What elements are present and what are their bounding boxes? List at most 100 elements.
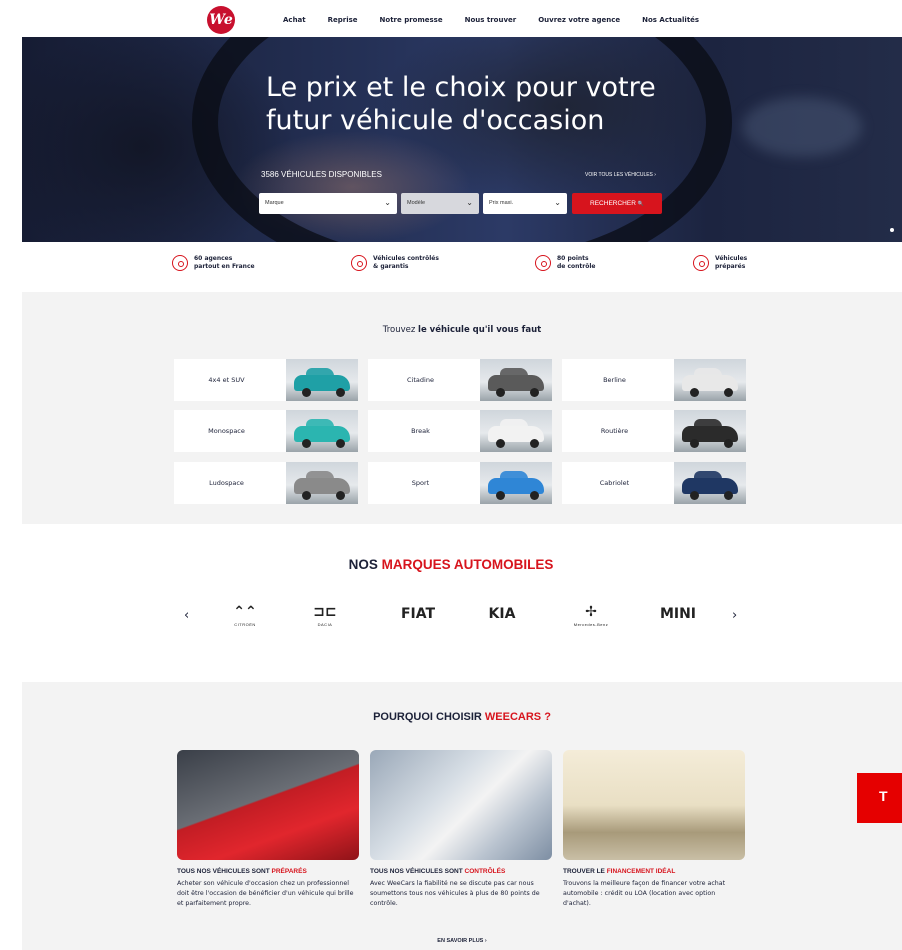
feature-agencies: 60 agences partout en France — [172, 255, 255, 271]
gauge-icon — [535, 255, 551, 271]
why-weecars-section: POURQUOI CHOISIR WEECARS ? TOUS NOS VÉHI… — [22, 682, 902, 950]
category-label: 4x4 et SUV — [208, 376, 245, 384]
nav-nous-trouver[interactable]: Nous trouver — [465, 16, 517, 24]
category-card[interactable]: Routière — [562, 410, 746, 452]
category-card[interactable]: Break — [368, 410, 552, 452]
category-label: Sport — [411, 479, 430, 487]
category-card[interactable]: Ludospace — [174, 462, 358, 504]
car-wheel — [302, 491, 311, 500]
brand-name: Mercedes-Benz — [573, 621, 609, 627]
why-card-heading: TOUS NOS VÉHICULES SONT PRÉPARÉS — [177, 868, 359, 875]
side-tab-label: T — [879, 788, 888, 804]
hero-banner: Le prix et le choix pour votre futur véh… — [22, 37, 902, 242]
why-card-text: Trouvons la meilleure façon de financer … — [563, 880, 726, 907]
nav-notre-promesse[interactable]: Notre promesse — [380, 16, 443, 24]
why-card-text: Avec WeeCars la fiabilité ne se discute … — [370, 880, 540, 907]
category-card[interactable]: Monospace — [174, 410, 358, 452]
nav-actualites[interactable]: Nos Actualités — [642, 16, 699, 24]
brand-logo[interactable]: ⌃⌃ CITROËN — [220, 598, 270, 632]
check-circle-icon — [351, 255, 367, 271]
why-card-heading: TROUVER LE FINANCEMENT IDÉAL — [563, 868, 745, 875]
brand-logo[interactable]: ✢ Mercedes-Benz — [566, 598, 616, 632]
brands-next-button[interactable]: › — [732, 608, 737, 623]
vehicle-count: 3586 VÉHICULES DISPONIBLES — [261, 170, 382, 179]
category-card[interactable]: 4x4 et SUV — [174, 359, 358, 401]
why-card-text: Acheter son véhicule d'occasion chez un … — [177, 880, 354, 907]
nav-ouvrez-agence[interactable]: Ouvrez votre agence — [538, 16, 620, 24]
brand-mark: KIA — [488, 606, 516, 622]
brand-logo[interactable]: ⊐⊏ DACIA — [300, 598, 350, 632]
car-wheel — [496, 491, 505, 500]
car-wheel — [336, 491, 345, 500]
category-car-image — [286, 462, 358, 504]
brands-title-plain: NOS — [348, 557, 382, 572]
car-wheel — [690, 491, 699, 500]
brand-mark: ⊐⊏ — [313, 603, 337, 620]
why-head-plain: TROUVER LE — [563, 868, 607, 875]
categories-title: Trouvez le véhicule qu'il vous faut — [22, 325, 902, 335]
brand-logo[interactable]: KIA — [477, 598, 527, 632]
brand-name: DACIA — [317, 621, 333, 627]
feature-controlled: Véhicules contrôlés & garantis — [351, 255, 439, 271]
brand-select[interactable]: Marque ⌄ — [259, 193, 397, 214]
why-card-heading: TOUS NOS VÉHICULES SONT CONTRÔLÉS — [370, 868, 552, 875]
why-card-controlled: TOUS NOS VÉHICULES SONT CONTRÔLÉS Avec W… — [370, 750, 552, 909]
why-card-prepared: TOUS NOS VÉHICULES SONT PRÉPARÉS Acheter… — [177, 750, 359, 909]
car-wheel — [496, 388, 505, 397]
brands-prev-button[interactable]: ‹ — [184, 608, 189, 623]
category-car-image — [480, 410, 552, 452]
car-wheel — [724, 388, 733, 397]
brand-logo[interactable]: FIAT — [393, 598, 443, 632]
category-label: Routière — [600, 427, 629, 435]
why-head-plain: TOUS NOS VÉHICULES SONT — [177, 868, 272, 875]
category-label: Ludospace — [209, 479, 244, 487]
category-car-image — [286, 359, 358, 401]
max-price-select[interactable]: Prix maxi. ⌄ — [483, 193, 567, 214]
side-tab[interactable]: T — [857, 773, 902, 823]
search-button-label: RECHERCHER — [590, 200, 636, 207]
category-card[interactable]: Sport — [368, 462, 552, 504]
car-wheel — [302, 439, 311, 448]
nav-achat[interactable]: Achat — [283, 16, 306, 24]
category-car-image — [480, 462, 552, 504]
category-label: Citadine — [407, 376, 434, 384]
model-select-value: Modèle — [407, 200, 426, 206]
carousel-dot[interactable] — [890, 228, 894, 232]
coins-plant-image — [563, 750, 745, 860]
features-strip: 60 agences partout en France Véhicules c… — [0, 255, 902, 285]
search-icon: 🔍 — [637, 201, 644, 207]
see-all-vehicles-link[interactable]: VOIR TOUS LES VÉHICULES › — [585, 172, 656, 178]
search-button[interactable]: RECHERCHER 🔍 — [572, 193, 662, 214]
why-title-plain: POURQUOI CHOISIR — [373, 711, 485, 723]
why-title-red: WEECARS ? — [484, 711, 551, 723]
feature-text: Véhicules préparés — [715, 255, 748, 270]
weecars-logo[interactable]: We — [207, 6, 235, 34]
car-wheel — [336, 439, 345, 448]
target-icon — [172, 255, 188, 271]
main-nav: Achat Reprise Notre promesse Nous trouve… — [283, 16, 699, 24]
car-wheel — [302, 388, 311, 397]
car-wheel — [530, 439, 539, 448]
chevron-down-icon: ⌄ — [384, 198, 391, 207]
red-car-image — [177, 750, 359, 860]
brand-mark: ⌃⌃ — [233, 603, 257, 620]
categories-title-plain: Trouvez — [382, 325, 419, 335]
category-car-image — [674, 359, 746, 401]
chevron-down-icon: ⌄ — [466, 198, 473, 207]
car-wheel — [690, 439, 699, 448]
category-card[interactable]: Citadine — [368, 359, 552, 401]
chevron-down-icon: ⌄ — [554, 198, 561, 207]
brand-logo[interactable]: MINI — [653, 598, 703, 632]
feature-points: 80 points de contrôle — [535, 255, 595, 271]
why-title: POURQUOI CHOISIR WEECARS ? — [22, 711, 902, 723]
brands-title: NOS MARQUES AUTOMOBILES — [0, 557, 902, 572]
model-select[interactable]: Modèle ⌄ — [401, 193, 479, 214]
category-card[interactable]: Cabriolet — [562, 462, 746, 504]
category-card[interactable]: Berline — [562, 359, 746, 401]
nav-reprise[interactable]: Reprise — [328, 16, 358, 24]
category-label: Berline — [603, 376, 626, 384]
learn-more-link[interactable]: EN SAVOIR PLUS › — [22, 938, 902, 944]
car-wheel — [724, 439, 733, 448]
brand-mark: MINI — [659, 606, 697, 622]
car-wheel — [496, 439, 505, 448]
